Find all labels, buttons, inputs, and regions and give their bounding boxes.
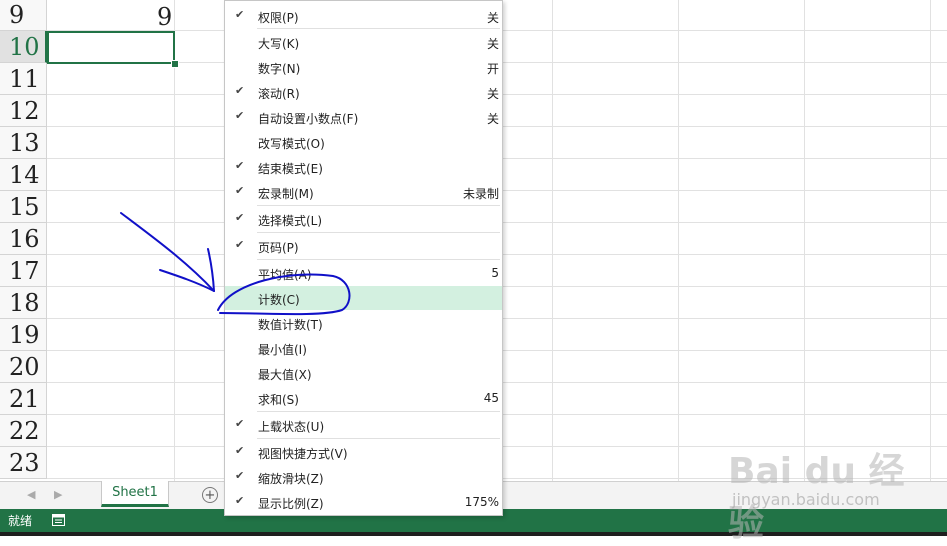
column-gridline <box>678 0 679 481</box>
row-header-21[interactable]: 21 <box>0 383 47 415</box>
checkmark-icon: ✔ <box>235 184 245 197</box>
menu-separator <box>257 232 500 233</box>
menu-item-label: 视图快捷方式(V) <box>258 447 348 461</box>
menu-item-8[interactable]: ✔ 选择模式(L) <box>225 207 502 231</box>
menu-item-value: 175% <box>464 495 499 509</box>
menu-item-18[interactable]: ✔ 缩放滑块(Z) <box>225 465 502 489</box>
menu-item-label: 结束模式(E) <box>258 162 323 176</box>
row-header-23[interactable]: 23 <box>0 447 47 479</box>
cell-b9-value[interactable]: 9 <box>157 3 172 31</box>
menu-item-value: 5 <box>491 266 499 280</box>
row-header-14[interactable]: 14 <box>0 159 47 191</box>
row-header-22[interactable]: 22 <box>0 415 47 447</box>
menu-item-label: 最大值(X) <box>258 368 312 382</box>
row-header-12[interactable]: 12 <box>0 95 47 127</box>
menu-item-label: 选择模式(L) <box>258 214 323 228</box>
menu-item-label: 缩放滑块(Z) <box>258 472 324 486</box>
checkmark-icon: ✔ <box>235 159 245 172</box>
menu-separator <box>257 28 500 29</box>
menu-item-value: 关 <box>486 87 499 101</box>
menu-item-17[interactable]: ✔ 视图快捷方式(V) <box>225 440 502 464</box>
menu-item-7[interactable]: ✔ 宏录制(M) 未录制 <box>225 180 502 204</box>
menu-separator <box>257 411 500 412</box>
menu-item-0[interactable]: ✔ 权限(P) 关 <box>225 4 502 28</box>
row-header-10[interactable]: 10 <box>0 31 47 63</box>
row-header-13[interactable]: 13 <box>0 127 47 159</box>
menu-item-12[interactable]: 数值计数(T) <box>225 311 502 335</box>
menu-item-label: 滚动(R) <box>258 87 300 101</box>
menu-item-label: 宏录制(M) <box>258 187 314 201</box>
checkmark-icon: ✔ <box>235 469 245 482</box>
menu-item-16[interactable]: ✔ 上载状态(U) <box>225 413 502 437</box>
row-header-17[interactable]: 17 <box>0 255 47 287</box>
checkmark-icon: ✔ <box>235 494 245 507</box>
menu-item-label: 数字(N) <box>258 62 301 76</box>
checkmark-icon: ✔ <box>235 444 245 457</box>
menu-item-label: 数值计数(T) <box>258 318 323 332</box>
menu-separator <box>257 259 500 260</box>
menu-item-1[interactable]: 大写(K) 关 <box>225 30 502 54</box>
scroll-left-icon[interactable]: ◀ <box>27 488 35 501</box>
menu-item-6[interactable]: ✔ 结束模式(E) <box>225 155 502 179</box>
row-header-16[interactable]: 16 <box>0 223 47 255</box>
menu-item-label: 大写(K) <box>258 37 300 51</box>
checkmark-icon: ✔ <box>235 8 245 21</box>
menu-item-15[interactable]: 求和(S) 45 <box>225 386 502 410</box>
menu-item-3[interactable]: ✔ 滚动(R) 关 <box>225 80 502 104</box>
menu-item-5[interactable]: 改写模式(O) <box>225 130 502 154</box>
status-ready-label: 就绪 <box>8 514 33 528</box>
menu-separator <box>257 205 500 206</box>
menu-item-value: 关 <box>486 112 499 126</box>
row-header-9[interactable]: 9 <box>0 0 47 31</box>
menu-item-label: 页码(P) <box>258 241 299 255</box>
menu-item-label: 上载状态(U) <box>258 420 325 434</box>
taskbar-strip <box>0 532 947 536</box>
menu-item-13[interactable]: 最小值(I) <box>225 336 502 360</box>
row-header-18[interactable]: 18 <box>0 287 47 319</box>
scroll-right-icon[interactable]: ▶ <box>54 488 62 501</box>
menu-item-value: 关 <box>486 37 499 51</box>
column-gridline <box>930 0 931 481</box>
row-header-19[interactable]: 19 <box>0 319 47 351</box>
menu-item-2[interactable]: 数字(N) 开 <box>225 55 502 79</box>
add-sheet-icon[interactable]: + <box>202 487 218 503</box>
menu-item-value: 关 <box>486 11 499 25</box>
checkmark-icon: ✔ <box>235 211 245 224</box>
menu-item-value: 45 <box>483 391 499 405</box>
checkmark-icon: ✔ <box>235 417 245 430</box>
menu-separator <box>257 438 500 439</box>
menu-item-9[interactable]: ✔ 页码(P) <box>225 234 502 258</box>
checkmark-icon: ✔ <box>235 84 245 97</box>
menu-item-value: 开 <box>486 62 499 76</box>
row-header-11[interactable]: 11 <box>0 63 47 95</box>
menu-item-14[interactable]: 最大值(X) <box>225 361 502 385</box>
row-header-15[interactable]: 15 <box>0 191 47 223</box>
menu-item-label: 显示比例(Z) <box>258 497 324 511</box>
menu-item-label: 改写模式(O) <box>258 137 325 151</box>
checkmark-icon: ✔ <box>235 109 245 122</box>
menu-item-value: 未录制 <box>462 187 499 201</box>
menu-item-label: 计数(C) <box>258 293 300 307</box>
tab-sheet1[interactable]: Sheet1 <box>101 481 169 507</box>
status-bar-context-menu: ✔ 权限(P) 关大写(K) 关数字(N) 开 ✔ 滚动(R) 关 ✔ 自动设置小数点(F) 关改写… <box>224 0 503 516</box>
menu-item-label: 权限(P) <box>258 11 299 25</box>
column-gridline <box>804 0 805 481</box>
fill-handle[interactable] <box>171 60 179 68</box>
menu-item-label: 求和(S) <box>258 393 299 407</box>
selected-cell-b10[interactable] <box>47 31 175 64</box>
menu-item-4[interactable]: ✔ 自动设置小数点(F) 关 <box>225 105 502 129</box>
row-header-20[interactable]: 20 <box>0 351 47 383</box>
column-gridline <box>174 0 175 481</box>
column-gridline <box>552 0 553 481</box>
menu-item-11[interactable]: 计数(C) <box>225 286 502 310</box>
macro-record-icon[interactable] <box>52 514 65 526</box>
menu-item-label: 平均值(A) <box>258 268 312 282</box>
menu-item-10[interactable]: 平均值(A) 5 <box>225 261 502 285</box>
menu-item-label: 最小值(I) <box>258 343 307 357</box>
menu-item-19[interactable]: ✔ 显示比例(Z) 175% <box>225 490 502 514</box>
checkmark-icon: ✔ <box>235 238 245 251</box>
menu-item-label: 自动设置小数点(F) <box>258 112 359 126</box>
